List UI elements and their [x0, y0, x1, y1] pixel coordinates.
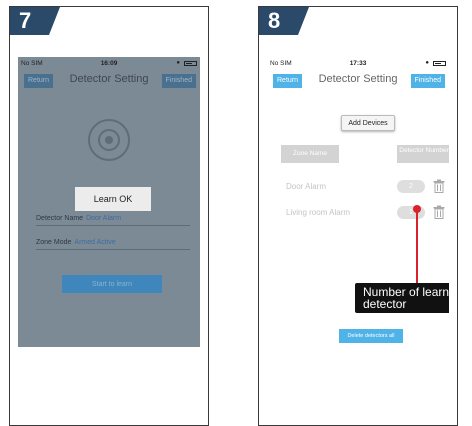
status-bar: No SIM 16:09 ●	[21, 60, 197, 70]
detector-number-header: Detector Number	[397, 145, 449, 163]
detector-count: 2	[397, 180, 425, 193]
status-time: 16:09	[100, 60, 118, 67]
phone-screen-detectors: No SIM 17:33 ● Return Detector Setting F…	[267, 57, 449, 347]
status-time: 17:33	[349, 60, 367, 67]
callout-label: Number of learnt detector	[355, 283, 449, 313]
delete-all-button[interactable]: Delete detectors all	[339, 329, 403, 343]
detector-name-field[interactable]: Detector Name Door Alarm	[36, 215, 190, 226]
callout-pointer-line	[416, 208, 418, 283]
phone-screen-learning: No SIM 16:09 ● Return Detector Setting F…	[18, 57, 200, 347]
zone-mode-value: Armed Active	[74, 239, 116, 246]
battery-icon	[184, 61, 197, 66]
detector-name-value: Door Alarm	[86, 215, 122, 222]
step-7-panel: 7 No SIM 16:09 ● Return Detector Setting…	[9, 6, 209, 426]
list-item[interactable]: Living room Alarm 1	[281, 205, 449, 221]
lock-icon: ●	[425, 60, 429, 66]
detector-name-label: Detector Name	[36, 215, 84, 222]
finished-button[interactable]: Finished	[410, 74, 445, 88]
zone-name-header: Zone Name	[281, 145, 339, 163]
trash-icon[interactable]	[433, 205, 445, 219]
battery-icon	[433, 61, 446, 66]
start-to-learn-button[interactable]: Start to learn	[62, 275, 162, 293]
step-badge-7: 7	[10, 7, 60, 35]
zone-name: Living room Alarm	[286, 208, 351, 217]
detector-icon	[88, 119, 130, 161]
zone-mode-label: Zone Mode	[36, 239, 72, 246]
list-item[interactable]: Door Alarm 2	[281, 179, 449, 195]
lock-icon: ●	[176, 60, 180, 66]
trash-icon[interactable]	[433, 179, 445, 193]
add-devices-button[interactable]: Add Devices	[341, 115, 395, 131]
finished-button[interactable]: Finished	[161, 74, 196, 88]
zone-name: Door Alarm	[286, 182, 327, 191]
learn-ok-dialog[interactable]: Learn OK	[75, 187, 151, 211]
zone-mode-field[interactable]: Zone Mode Armed Active	[36, 239, 190, 250]
status-bar: No SIM 17:33 ●	[270, 60, 446, 70]
step-badge-8: 8	[259, 7, 309, 35]
step-8-panel: 8 No SIM 17:33 ● Return Detector Setting…	[258, 6, 458, 426]
